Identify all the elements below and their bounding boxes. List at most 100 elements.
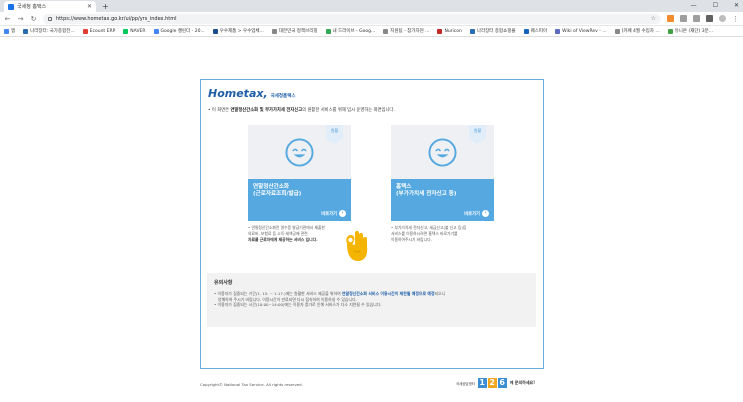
bookmark-favicon-icon bbox=[383, 28, 389, 34]
new-tab-button[interactable]: + bbox=[102, 1, 109, 12]
year-end-settlement-card[interactable]: 원활 연말정산간소화 (근로자료조회/발급) 바로가기 › bbox=[248, 125, 351, 221]
caution-title: 유의사항 bbox=[214, 280, 233, 286]
bookmark-item[interactable]: 앱 bbox=[4, 28, 15, 34]
browser-tab-strip: 국세청 홈택스 ✕ + — ☐ ✕ bbox=[0, 0, 743, 12]
extension-icon[interactable] bbox=[693, 15, 700, 22]
extension-icon[interactable] bbox=[706, 15, 713, 22]
bookmark-favicon-icon bbox=[123, 28, 129, 34]
page-content: Hometax, 국세청홈택스 • 이 화면은 연말정산간소화 및 부가가치세 … bbox=[0, 37, 743, 401]
hometax-card[interactable]: 원활 홈택스 (부가가치세 전자신고 등) 바로가기 › bbox=[391, 125, 494, 221]
hometax-description: • 부가가치세 전자신고, 세금신고(불 신고 등)등 서비스를 이용하시려면 … bbox=[391, 225, 497, 242]
bookmark-label: 우수제품 > 우수업체... bbox=[219, 29, 264, 34]
bookmark-star-icon[interactable]: ☆ bbox=[651, 15, 656, 22]
bookmark-favicon-icon bbox=[271, 28, 277, 34]
menu-kebab-icon[interactable]: ⋮ bbox=[732, 15, 739, 23]
bookmark-label: 유니온 (재단) 3분... bbox=[674, 29, 714, 34]
bookmark-item[interactable]: 퀘스피아 bbox=[523, 28, 548, 34]
call-digit: 6 bbox=[497, 378, 507, 388]
caution-box: 유의사항 • 이용자가 집중되는 기간(1. 15. ~ 1.17.)에는 원활… bbox=[207, 273, 536, 327]
bookmark-favicon-icon bbox=[4, 28, 9, 34]
bookmark-label: NAVER bbox=[130, 28, 146, 34]
card-title-line1: 연말정산간소화 bbox=[253, 184, 290, 190]
url-text: https://www.hometax.go.kr/ui/pp/yrs_inde… bbox=[56, 15, 177, 22]
card-title-panel: 연말정산간소화 (근로자료조회/발급) 바로가기 › bbox=[248, 179, 351, 221]
go-label: 바로가기 bbox=[464, 211, 480, 217]
bookmark-label: Wiki of ViewRev - ... bbox=[562, 28, 607, 34]
maximize-button[interactable]: ☐ bbox=[713, 0, 718, 11]
copyright-text: Copyright© National Tax Service. All rig… bbox=[200, 382, 303, 387]
go-button[interactable]: 바로가기 › bbox=[464, 210, 489, 217]
bookmark-label: 대한민국 정책브리핑 bbox=[278, 29, 318, 34]
go-button[interactable]: 바로가기 › bbox=[321, 210, 346, 217]
profile-avatar-icon[interactable] bbox=[719, 15, 726, 22]
bookmark-item[interactable]: Nuricon bbox=[437, 28, 462, 34]
call-center-label: 국세상담센터 bbox=[456, 381, 475, 386]
card-title-line1: 홈택스 bbox=[396, 184, 412, 190]
bookmark-item[interactable]: Google 캘린더 - 20... bbox=[153, 28, 205, 34]
notice-bold: 연말정산간소화 및 부가가치세 전자신고 bbox=[230, 108, 303, 113]
close-window-button[interactable]: ✕ bbox=[734, 0, 739, 11]
call-center-tail: 에 문의하세요! bbox=[509, 380, 536, 385]
smile-icon bbox=[285, 138, 314, 167]
bookmark-item[interactable]: 대한민국 정책브리핑 bbox=[271, 28, 318, 34]
status-badge: 원활 bbox=[469, 125, 486, 144]
status-badge: 원활 bbox=[326, 125, 343, 144]
chevron-right-icon: › bbox=[482, 210, 489, 217]
bookmark-item[interactable]: Ecount ERP bbox=[82, 28, 116, 34]
bookmark-label: [카페 4월 수입차 ... bbox=[621, 29, 660, 34]
call-digit: 2 bbox=[487, 378, 497, 388]
minimize-button[interactable]: — bbox=[691, 0, 697, 11]
browser-tab[interactable]: 국세청 홈택스 ✕ bbox=[4, 1, 96, 12]
notice-suffix: 의 원활한 서비스를 위해 임시 운영하는 화면입니다. bbox=[302, 108, 395, 113]
bookmark-favicon-icon bbox=[325, 28, 331, 34]
bookmark-favicon-icon bbox=[614, 28, 620, 34]
bookmark-favicon-icon bbox=[437, 28, 443, 34]
logo-subtitle: 국세청홈택스 bbox=[270, 94, 296, 99]
bookmark-favicon-icon bbox=[212, 28, 218, 34]
extension-icon[interactable] bbox=[680, 15, 687, 22]
bookmark-favicon-icon bbox=[667, 28, 673, 34]
address-bar[interactable]: https://www.hometax.go.kr/ui/pp/yrs_inde… bbox=[43, 13, 661, 24]
notice-prefix: • 이 화면은 bbox=[208, 108, 231, 113]
card-title-line2: (근로자료조회/발급) bbox=[253, 191, 302, 197]
lock-icon bbox=[48, 16, 52, 21]
service-frame: Hometax, 국세청홈택스 • 이 화면은 연말정산간소화 및 부가가치세 … bbox=[200, 79, 544, 369]
bookmark-favicon-icon bbox=[23, 28, 29, 34]
smile-icon bbox=[428, 138, 457, 167]
desc-line: 자료를 근로자에게 제공하는 서비스 입니다. bbox=[248, 236, 318, 242]
bookmark-item[interactable]: NAVER bbox=[123, 28, 146, 34]
bookmark-item[interactable]: 유니온 (재단) 3분... bbox=[667, 28, 714, 34]
caution-text: 되오니 bbox=[434, 291, 446, 296]
reload-icon[interactable]: ↻ bbox=[30, 15, 37, 23]
tab-title: 국세청 홈택스 bbox=[17, 4, 47, 10]
back-arrow-icon[interactable]: ← bbox=[4, 15, 11, 23]
notice-text: • 이 화면은 연말정산간소화 및 부가가치세 전자신고의 원활한 서비스를 위… bbox=[208, 107, 395, 113]
call-center-banner: 국세상담센터 1 2 6 에 문의하세요! bbox=[456, 378, 535, 388]
bookmark-label: Ecount ERP bbox=[89, 28, 116, 34]
bookmark-label: 앱 bbox=[11, 29, 16, 34]
bookmark-item[interactable]: [카페 4월 수입차 ... bbox=[614, 28, 660, 34]
bookmark-label: Nuricon bbox=[444, 28, 462, 34]
forward-arrow-icon[interactable]: → bbox=[17, 15, 24, 23]
bookmark-item[interactable]: 내 드라이브 - Goog... bbox=[325, 28, 375, 34]
caution-text: • 이용자가 집중되는 기간(1. 15. ~ 1.17.)에는 원활한 서비스… bbox=[214, 291, 342, 296]
bookmark-favicon-icon bbox=[555, 28, 561, 34]
bookmark-item[interactable]: 나라장터 종합쇼핑몰 bbox=[469, 28, 516, 34]
bookmark-favicon-icon bbox=[82, 28, 88, 34]
year-end-settlement-description: • 연말정산간소화란 영수증 발급기관에서 제출한 의료비, 보험료 등 소득·… bbox=[248, 225, 354, 242]
chevron-right-icon: › bbox=[339, 210, 346, 217]
bookmark-item[interactable]: Wiki of ViewRev - ... bbox=[555, 28, 607, 34]
bookmark-label: 퀘스피아 bbox=[530, 29, 548, 34]
hometax-favicon-icon bbox=[8, 3, 14, 10]
bookmark-item[interactable]: 나라장터: 국가종합전... bbox=[23, 28, 75, 34]
bookmark-label: 나라장터: 국가종합전... bbox=[30, 29, 75, 34]
bookmarks-bar: 앱 나라장터: 국가종합전... Ecount ERP NAVER Google 캘린더… bbox=[0, 26, 743, 37]
bookmark-item[interactable]: 지원팀 - 참가자현 ... bbox=[383, 28, 429, 34]
extension-icon[interactable] bbox=[667, 15, 674, 22]
close-tab-icon[interactable]: ✕ bbox=[87, 3, 92, 10]
caution-highlight: 연말정산간소화 서비스 이용시간이 제한될 예정으로 예정 bbox=[341, 291, 435, 296]
hometax-logo[interactable]: Hometax, 국세청홈택스 bbox=[208, 87, 295, 100]
card-title-line2: (부가가치세 전자신고 등) bbox=[396, 191, 457, 197]
window-controls: — ☐ ✕ bbox=[691, 0, 739, 11]
bookmark-item[interactable]: 우수제품 > 우수업체... bbox=[212, 28, 264, 34]
